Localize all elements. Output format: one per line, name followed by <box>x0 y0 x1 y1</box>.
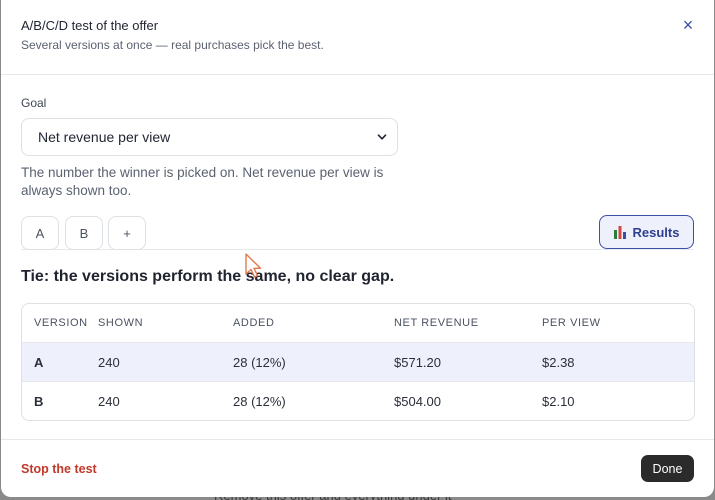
stop-test-link[interactable]: Stop the test <box>21 462 97 476</box>
goal-label: Goal <box>21 96 47 110</box>
bar-chart-icon <box>613 225 626 239</box>
modal-header: A/B/C/D test of the offer Several versio… <box>1 0 714 75</box>
tab-version-a[interactable]: A <box>21 216 59 250</box>
cell-added: 28 (12%) <box>233 354 286 370</box>
table-header-row: VERSION SHOWN ADDED NET REVENUE PER VIEW <box>22 304 694 342</box>
table-row: A 240 28 (12%) $571.20 $2.38 <box>22 342 694 381</box>
goal-help-text: The number the winner is picked on. Net … <box>21 165 384 198</box>
ab-test-modal: A/B/C/D test of the offer Several versio… <box>1 0 714 497</box>
results-button-label: Results <box>632 224 680 240</box>
cell-shown: 240 <box>98 354 120 370</box>
column-header: SHOWN <box>98 317 144 329</box>
results-table: VERSION SHOWN ADDED NET REVENUE PER VIEW… <box>21 303 695 421</box>
cell-shown: 240 <box>98 393 120 409</box>
column-header: NET REVENUE <box>394 317 479 329</box>
column-header: ADDED <box>233 317 275 329</box>
goal-select[interactable]: Net revenue per view <box>21 118 398 156</box>
modal-title: A/B/C/D test of the offer <box>21 18 159 33</box>
version-tabs: A B + Results <box>21 215 694 250</box>
cell-net-revenue: $504.00 <box>394 393 441 409</box>
modal-footer: Stop the test Done <box>1 439 714 497</box>
tab-version-b[interactable]: B <box>65 216 103 250</box>
close-button[interactable]: × <box>678 15 698 35</box>
modal-subtitle: Several versions at once — real purchase… <box>21 38 324 52</box>
cell-per-view: $2.10 <box>542 393 575 409</box>
column-header: PER VIEW <box>542 317 601 329</box>
modal-body: Goal Net revenue per view The number the… <box>1 75 714 421</box>
cell-net-revenue: $571.20 <box>394 354 441 370</box>
table-row: B 240 28 (12%) $504.00 $2.10 <box>22 381 694 420</box>
column-header: VERSION <box>34 317 88 329</box>
test-verdict: Tie: the versions perform the same, no c… <box>21 268 395 285</box>
chevron-down-icon <box>377 134 387 140</box>
done-button[interactable]: Done <box>641 455 694 482</box>
cell-version: B <box>34 393 44 409</box>
results-button[interactable]: Results <box>599 215 694 249</box>
cell-version: A <box>34 354 44 370</box>
add-version-button[interactable]: + <box>108 216 146 250</box>
cell-added: 28 (12%) <box>233 393 286 409</box>
mouse-cursor-icon <box>245 253 262 278</box>
cell-per-view: $2.38 <box>542 354 575 370</box>
close-icon: × <box>682 14 694 35</box>
goal-select-value: Net revenue per view <box>38 129 171 145</box>
